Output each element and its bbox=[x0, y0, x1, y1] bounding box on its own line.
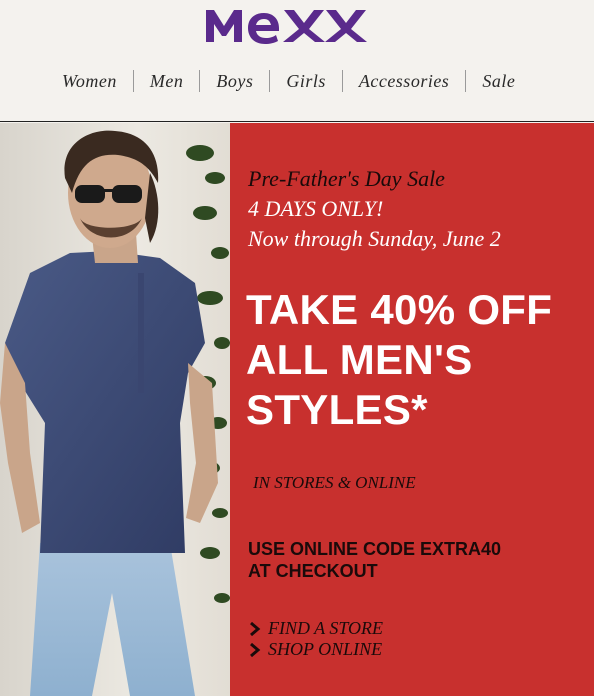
promo-intro: Pre-Father's Day Sale 4 DAYS ONLY! Now t… bbox=[248, 164, 501, 254]
nav-item-men[interactable]: Men bbox=[132, 70, 199, 92]
headline-line: STYLES* bbox=[246, 386, 428, 433]
sale-dates: Now through Sunday, June 2 bbox=[248, 226, 501, 251]
nav-item-women[interactable]: Women bbox=[50, 70, 133, 92]
site-header: Women Men Boys Girls Accessories Sale bbox=[0, 0, 594, 122]
mexx-logo[interactable] bbox=[204, 2, 382, 46]
promo-panel: Pre-Father's Day Sale 4 DAYS ONLY! Now t… bbox=[230, 123, 594, 696]
main-nav: Women Men Boys Girls Accessories Sale bbox=[50, 69, 531, 93]
hero-banner[interactable]: Pre-Father's Day Sale 4 DAYS ONLY! Now t… bbox=[0, 123, 594, 696]
promo-code-line: USE ONLINE CODE EXTRA40 bbox=[248, 539, 502, 559]
promo-code-line: AT CHECKOUT bbox=[248, 561, 378, 581]
nav-item-boys[interactable]: Boys bbox=[199, 70, 269, 92]
chevron-right-icon bbox=[250, 621, 261, 636]
nav-item-accessories[interactable]: Accessories bbox=[341, 70, 465, 92]
headline-line: ALL MEN'S bbox=[246, 336, 473, 383]
headline-line: TAKE 40% OFF bbox=[246, 286, 553, 333]
nav-item-sale[interactable]: Sale bbox=[465, 70, 531, 92]
find-a-store-label: FIND A STORE bbox=[268, 618, 384, 638]
mexx-logo-icon bbox=[206, 10, 367, 44]
promo-code-text: USE ONLINE CODE EXTRA40 AT CHECKOUT bbox=[248, 538, 501, 582]
shop-online-link[interactable]: SHOP ONLINE bbox=[248, 639, 383, 660]
sale-duration: 4 DAYS ONLY! bbox=[248, 196, 384, 221]
sale-name: Pre-Father's Day Sale bbox=[248, 166, 445, 191]
model-image bbox=[0, 123, 230, 696]
find-a-store-link[interactable]: FIND A STORE bbox=[248, 618, 383, 639]
promo-links: FIND A STORE SHOP ONLINE bbox=[248, 618, 383, 660]
model-photo[interactable] bbox=[0, 123, 230, 696]
chevron-right-icon bbox=[250, 642, 261, 657]
nav-item-girls[interactable]: Girls bbox=[269, 70, 342, 92]
promo-headline: TAKE 40% OFF ALL MEN'S STYLES* bbox=[246, 285, 594, 435]
promo-channels: IN STORES & ONLINE bbox=[253, 473, 416, 492]
shop-online-label: SHOP ONLINE bbox=[268, 639, 383, 659]
